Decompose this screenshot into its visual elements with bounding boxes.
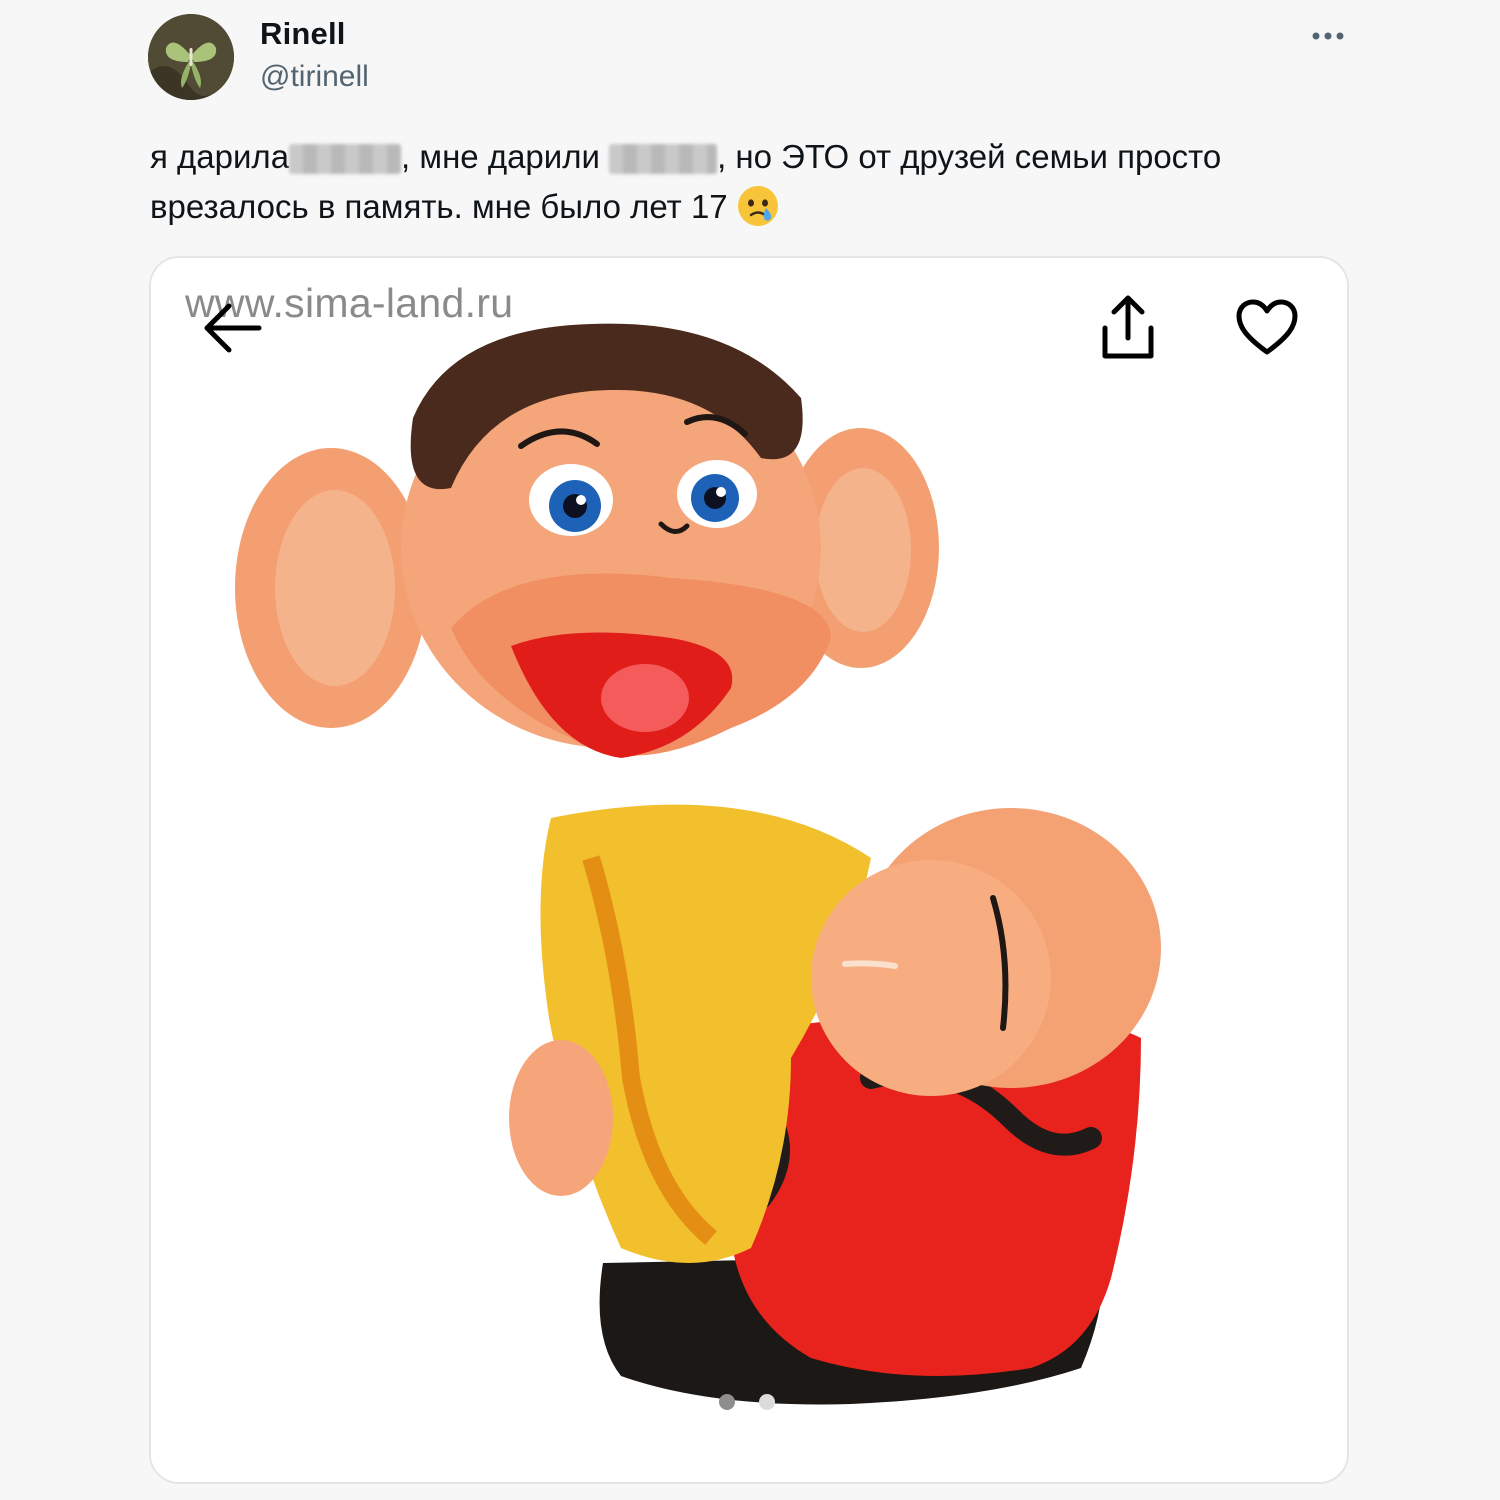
more-button[interactable] <box>1302 18 1354 54</box>
more-horizontal-icon <box>1312 32 1344 40</box>
share-button[interactable] <box>1097 292 1159 362</box>
redacted-text <box>609 144 718 174</box>
pager-dot[interactable] <box>759 1394 775 1410</box>
handle[interactable]: @tirinell <box>260 60 369 94</box>
avatar[interactable] <box>148 14 234 100</box>
arrow-left-icon <box>204 303 262 353</box>
share-icon <box>1102 295 1154 359</box>
moth-avatar-icon <box>148 14 234 100</box>
tweet-text-part: я дарила <box>150 138 290 175</box>
redacted-text <box>289 144 402 174</box>
back-button[interactable] <box>199 298 265 358</box>
like-button[interactable] <box>1235 298 1299 358</box>
carousel-pager <box>719 1394 775 1410</box>
face-holding-back-tears-icon <box>736 184 780 228</box>
toy-monkey-photo[interactable] <box>151 258 1347 1482</box>
display-name[interactable]: Rinell <box>260 16 346 52</box>
tweet-text-part: , мне дарили <box>401 138 600 175</box>
pager-dot-active[interactable] <box>719 1394 735 1410</box>
heart-icon <box>1236 299 1298 355</box>
tweet-text: я дарила, мне дарили , но ЭТО от друзей … <box>150 132 1350 232</box>
media-card[interactable]: www.sima-land.ru <box>149 256 1349 1484</box>
